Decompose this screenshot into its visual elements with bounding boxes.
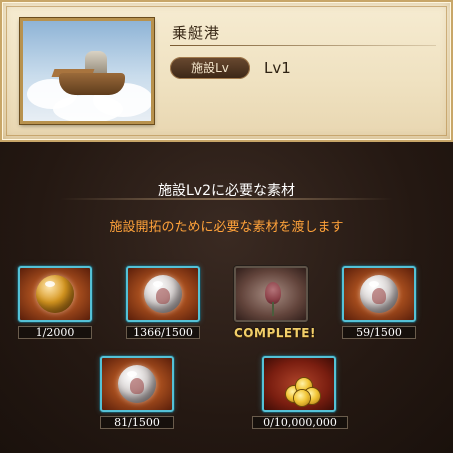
material-tile[interactable]: 1/2000	[18, 266, 92, 339]
requirements-panel: 施設Lv2に必要な素材 施設開拓のために必要な素材を渡します 1/2000 13…	[0, 142, 453, 453]
material-count: 1/2000	[18, 326, 92, 339]
airship-icon	[59, 73, 125, 95]
requirements-subtitle: 施設開拓のために必要な素材を渡します	[109, 220, 344, 235]
requirements-title: 施設Lv2に必要な素材	[158, 183, 295, 199]
material-tile[interactable]: 81/1500	[100, 356, 174, 429]
material-count: 1366/1500	[126, 326, 200, 339]
amber-orb-icon	[36, 275, 74, 313]
rose-icon	[265, 282, 281, 304]
facility-thumbnail	[20, 18, 154, 124]
title-divider	[60, 198, 393, 200]
material-count: 59/1500	[342, 326, 416, 339]
material-tile[interactable]: COMPLETE!	[234, 266, 316, 342]
character-orb-icon	[360, 275, 398, 313]
character-orb-icon	[144, 275, 182, 313]
level-value: Lv1	[264, 59, 291, 77]
character-orb-icon	[118, 365, 156, 403]
divider	[170, 45, 436, 46]
material-count: 0/10,000,000	[252, 416, 348, 429]
material-tile[interactable]: 0/10,000,000	[252, 356, 348, 429]
gold-coins-icon	[282, 372, 322, 406]
facility-name: 乗艇港	[172, 24, 221, 42]
complete-label: COMPLETE!	[234, 326, 316, 340]
material-count: 81/1500	[100, 416, 174, 429]
level-badge: 施設Lv	[170, 57, 250, 79]
material-tile[interactable]: 59/1500	[342, 266, 416, 339]
material-tile[interactable]: 1366/1500	[126, 266, 200, 339]
facility-header: 乗艇港 施設Lv Lv1	[0, 0, 453, 142]
